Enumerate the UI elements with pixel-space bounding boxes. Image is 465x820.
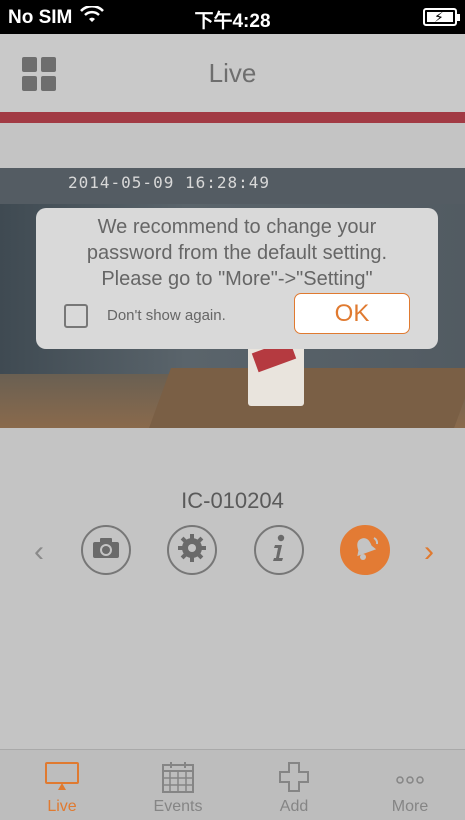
camera-icon [92,537,120,564]
tab-label: Add [279,798,309,815]
snapshot-button[interactable] [81,525,131,575]
info-icon [269,534,289,567]
tab-add[interactable]: Add [236,750,352,820]
alarm-bell-button[interactable] [340,525,390,575]
battery-icon: ⚡ [423,8,460,26]
more-dots-icon [392,760,428,794]
plus-icon [276,760,312,794]
tab-events[interactable]: Events [120,750,236,820]
alert-message-line: Please go to "More"->"Setting" [101,268,373,290]
ok-button[interactable]: OK [294,293,410,334]
bell-icon [350,534,380,567]
page-title: Live [208,58,257,88]
tab-label: Live [47,798,77,815]
chevron-right-icon[interactable]: › [424,535,434,569]
monitor-icon [44,760,80,794]
dont-show-again-checkbox[interactable] [64,304,88,328]
nav-bar: Live [0,34,465,112]
alert-red-bar [0,112,465,123]
alert-message-line: We recommend to change your [97,216,377,238]
settings-button[interactable] [167,525,217,575]
status-time: 下午4:28 [194,11,271,32]
chevron-left-icon[interactable]: ‹ [34,535,44,569]
tab-label: Events [153,798,203,815]
tab-label: More [391,798,429,815]
tab-more[interactable]: More [352,750,465,820]
camera-controls: ‹ › [0,525,465,575]
gear-icon [177,533,207,568]
camera-desk [149,368,465,428]
status-bar: No SIM 下午4:28 ⚡ [0,0,465,34]
alert-message-line: password from the default setting. [86,242,388,264]
alert-message: We recommend to change your password fro… [36,214,438,292]
tab-live[interactable]: Live [4,750,120,820]
camera-name: IC-010204 [181,488,284,513]
camera-timestamp: 2014-05-09 16:28:49 [68,173,271,192]
password-alert-dialog: We recommend to change your password fro… [36,208,438,349]
dont-show-again-label[interactable]: Don't show again. [107,307,226,324]
info-button[interactable] [254,525,304,575]
tab-bar: Live Events Add More [0,749,465,820]
calendar-icon [160,760,196,794]
